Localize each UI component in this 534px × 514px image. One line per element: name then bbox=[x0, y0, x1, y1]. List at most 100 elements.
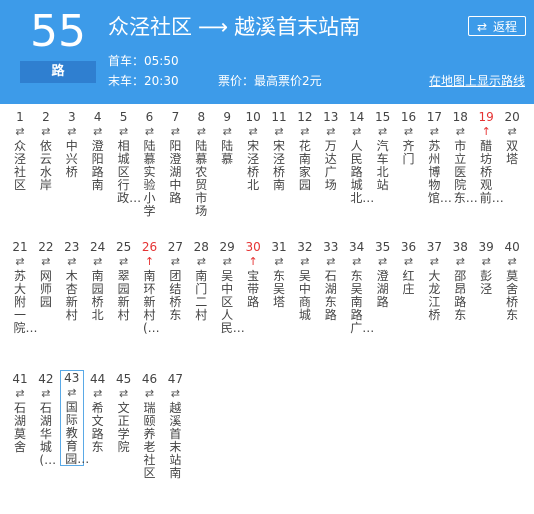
stop-item[interactable]: 19 ↑ 醋坊桥观前… bbox=[474, 110, 504, 205]
bidirectional-arrow-icon: ⇄ bbox=[481, 255, 491, 268]
stop-item[interactable]: 40 ⇄ 莫舍桥东 bbox=[500, 240, 524, 322]
stop-number: 26 bbox=[141, 240, 158, 254]
stop-item[interactable]: 47 ⇄ 越溪首末站南 bbox=[163, 372, 187, 480]
stop-item[interactable]: 12 ⇄ 花南家园 bbox=[293, 110, 317, 192]
stop-item[interactable]: 9 ⇄ 陆慕 bbox=[215, 110, 239, 166]
stop-item[interactable]: 37 ⇄ 大龙江桥 bbox=[422, 240, 446, 322]
bidirectional-arrow-icon: ⇄ bbox=[118, 387, 129, 400]
stop-name: 汽车北站 bbox=[376, 139, 389, 192]
stop-item[interactable]: 43 ⇄ 国际教育园… bbox=[59, 370, 89, 466]
stop-item[interactable]: 13 ⇄ 万达广场 bbox=[319, 110, 343, 192]
stop-number: 5 bbox=[119, 110, 128, 124]
stop-item[interactable]: 34 ⇄ 东吴南路广… bbox=[345, 240, 374, 335]
stop-item[interactable]: 27 ⇄ 团结桥东 bbox=[163, 240, 187, 322]
stop-item[interactable]: 23 ⇄ 木杏新村 bbox=[60, 240, 84, 322]
stop-number: 41 bbox=[12, 372, 28, 386]
stop-item[interactable]: 38 ⇄ 邵昂路东 bbox=[448, 240, 472, 322]
stop-name: 宝带路 bbox=[247, 269, 260, 309]
stop-item[interactable]: 35 ⇄ 澄湖路 bbox=[371, 240, 395, 309]
bidirectional-arrow-icon: ⇄ bbox=[300, 255, 310, 268]
stop-name: 宋泾桥南 bbox=[272, 139, 285, 192]
stop-number: 25 bbox=[115, 240, 132, 254]
stop-name: 吴中区人民… bbox=[220, 269, 245, 335]
stop-item[interactable]: 26 ↑ 南环新村(… bbox=[138, 240, 162, 335]
stop-item[interactable]: 24 ⇄ 南园桥北 bbox=[86, 240, 110, 322]
stop-name: 红庄 bbox=[402, 269, 415, 296]
bidirectional-arrow-icon: ⇄ bbox=[196, 255, 206, 268]
stop-number: 21 bbox=[12, 240, 28, 254]
stop-item[interactable]: 17 ⇄ 苏州博物馆… bbox=[422, 110, 452, 205]
stop-item[interactable]: 14 ⇄ 人民路城北… bbox=[345, 110, 374, 205]
stop-name: 陆慕 bbox=[221, 139, 234, 166]
stop-item[interactable]: 36 ⇄ 红庄 bbox=[397, 240, 421, 296]
stop-name: 市立医院东… bbox=[453, 139, 478, 205]
bidirectional-arrow-icon: ⇄ bbox=[93, 125, 103, 138]
stop-name: 澄阳路南 bbox=[91, 139, 104, 192]
bidirectional-arrow-icon: ⇄ bbox=[15, 255, 25, 268]
stop-item[interactable]: 8 ⇄ 陆慕农贸市场 bbox=[189, 110, 213, 218]
route-to: 越溪首末站南 bbox=[234, 15, 361, 39]
stop-name: 团结桥东 bbox=[169, 269, 182, 322]
stop-item[interactable]: 16 ⇄ 齐门 bbox=[397, 110, 421, 166]
stop-item[interactable]: 22 ⇄ 网师园 bbox=[34, 240, 58, 309]
stop-item[interactable]: 25 ⇄ 翠园新村 bbox=[112, 240, 136, 322]
stop-item[interactable]: 42 ⇄ 石湖华城(… bbox=[34, 372, 58, 467]
stop-number: 33 bbox=[323, 240, 339, 254]
bidirectional-arrow-icon: ⇄ bbox=[93, 387, 103, 400]
show-map-link[interactable]: 在地图上显示路线 bbox=[429, 72, 525, 89]
stop-item[interactable]: 30 ↑ 宝带路 bbox=[241, 240, 265, 309]
stop-item[interactable]: 7 ⇄ 阳澄湖中路 bbox=[163, 110, 187, 205]
bidirectional-arrow-icon: ⇄ bbox=[377, 255, 388, 268]
stop-number: 28 bbox=[193, 240, 209, 254]
stop-name: 石湖华城(… bbox=[39, 401, 57, 467]
stop-item[interactable]: 1 ⇄ 众泾社区 bbox=[8, 110, 32, 192]
stop-item[interactable]: 5 ⇄ 相城区行政… bbox=[112, 110, 141, 205]
stop-item[interactable]: 18 ⇄ 市立医院东… bbox=[448, 110, 478, 205]
stop-item[interactable]: 32 ⇄ 吴中商城 bbox=[293, 240, 317, 322]
stop-number: 34 bbox=[349, 240, 365, 254]
stop-name: 南环新村(… bbox=[143, 269, 160, 335]
stop-number: 2 bbox=[42, 110, 50, 124]
bidirectional-arrow-icon: ⇄ bbox=[326, 255, 336, 268]
stop-number: 30 bbox=[245, 240, 261, 254]
stop-item[interactable]: 10 ⇄ 宋泾桥北 bbox=[241, 110, 265, 192]
stop-item[interactable]: 11 ⇄ 宋泾桥南 bbox=[267, 110, 291, 192]
stop-item[interactable]: 2 ⇄ 依云水岸 bbox=[34, 110, 58, 192]
stop-name: 苏州博物馆… bbox=[427, 139, 452, 205]
stop-name: 石湖东路 bbox=[324, 269, 337, 322]
return-button[interactable]: ⇄ 返程 bbox=[468, 16, 526, 36]
stop-number: 3 bbox=[67, 110, 76, 124]
stop-item[interactable]: 31 ⇄ 东吴塔 bbox=[267, 240, 291, 309]
bidirectional-arrow-icon: ⇄ bbox=[274, 125, 284, 138]
stop-item[interactable]: 21 ⇄ 苏大附一院… bbox=[8, 240, 37, 335]
stop-name: 万达广场 bbox=[324, 139, 337, 192]
stop-item[interactable]: 20 ⇄ 双塔 bbox=[500, 110, 524, 166]
stop-item[interactable]: 44 ⇄ 希文路东 bbox=[86, 372, 110, 454]
bidirectional-arrow-icon: ⇄ bbox=[170, 387, 180, 400]
stop-name: 依云水岸 bbox=[39, 139, 52, 192]
stop-name: 澄湖路 bbox=[376, 269, 389, 309]
stop-item[interactable]: 28 ⇄ 南门二村 bbox=[189, 240, 213, 322]
stop-number: 37 bbox=[426, 240, 443, 254]
stop-number: 14 bbox=[349, 110, 365, 124]
stop-item[interactable]: 15 ⇄ 汽车北站 bbox=[371, 110, 395, 192]
stop-item[interactable]: 4 ⇄ 澄阳路南 bbox=[86, 110, 110, 192]
stop-item[interactable]: 45 ⇄ 文正学院 bbox=[112, 372, 136, 454]
stop-number: 35 bbox=[374, 240, 391, 254]
stop-item[interactable]: 6 ⇄ 陆慕实验小学 bbox=[138, 110, 162, 218]
stop-name: 南门二村 bbox=[195, 269, 208, 322]
stop-number: 24 bbox=[90, 240, 106, 254]
bidirectional-arrow-icon: ⇄ bbox=[41, 125, 51, 138]
bidirectional-arrow-icon: ⇄ bbox=[41, 255, 51, 268]
stop-number: 17 bbox=[426, 110, 443, 124]
stop-item[interactable]: 41 ⇄ 石湖莫舍 bbox=[8, 372, 32, 454]
stop-number: 46 bbox=[141, 372, 158, 386]
stop-number: 20 bbox=[504, 110, 520, 124]
stop-name: 陆慕实验小学 bbox=[143, 139, 156, 218]
stop-item[interactable]: 3 ⇄ 中兴桥 bbox=[60, 110, 84, 179]
stop-item[interactable]: 29 ⇄ 吴中区人民… bbox=[215, 240, 245, 335]
stop-name: 邵昂路东 bbox=[454, 269, 467, 322]
stop-item[interactable]: 39 ⇄ 彭泾 bbox=[474, 240, 498, 296]
stop-item[interactable]: 33 ⇄ 石湖东路 bbox=[319, 240, 343, 322]
stop-item[interactable]: 46 ⇄ 瑞颐养老社区 bbox=[138, 372, 162, 480]
